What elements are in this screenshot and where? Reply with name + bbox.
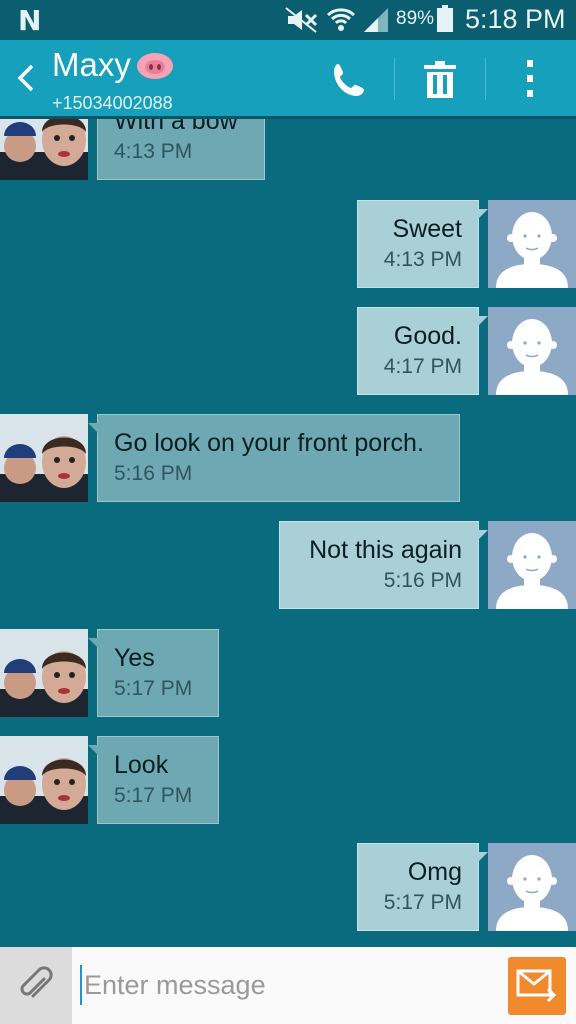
header-shadow — [0, 116, 576, 119]
message-thread[interactable]: With a bow 4:13 PM Sweet 4:13 PM Good. 4… — [0, 116, 576, 947]
message-text: Yes — [114, 644, 155, 672]
battery-icon — [437, 5, 453, 32]
message-timestamp: 5:16 PM — [383, 569, 462, 592]
contact-photo-avatar[interactable] — [0, 736, 88, 824]
toolbar-divider — [485, 58, 486, 100]
incoming-message-bubble[interactable]: With a bow 4:13 PM — [97, 116, 265, 180]
outgoing-message-bubble[interactable]: Sweet 4:13 PM — [357, 200, 488, 288]
paperclip-icon — [20, 966, 53, 998]
incoming-message-bubble[interactable]: Go look on your front porch. 5:16 PM — [88, 414, 460, 502]
send-button[interactable] — [508, 957, 566, 1015]
outgoing-message-bubble[interactable]: Omg 5:17 PM — [357, 843, 488, 931]
message-text: Good. — [393, 322, 462, 350]
message-text: With a bow — [114, 116, 238, 135]
contact-photo-avatar[interactable] — [0, 414, 88, 502]
status-time: 5:18 PM — [465, 4, 566, 34]
outgoing-message-bubble[interactable]: Good. 4:17 PM — [357, 307, 488, 395]
signal-icon — [364, 8, 388, 32]
contact-name[interactable]: Maxy — [52, 46, 131, 84]
send-envelope-icon — [516, 969, 557, 1003]
toolbar-divider — [394, 58, 395, 100]
message-text: Sweet — [392, 215, 462, 243]
wifi-icon — [326, 8, 356, 31]
compose-bar — [0, 947, 576, 1024]
message-timestamp: 4:17 PM — [383, 355, 462, 378]
contact-photo-avatar[interactable] — [0, 629, 88, 717]
message-timestamp: 4:13 PM — [114, 140, 193, 163]
outgoing-message-bubble[interactable]: Not this again 5:16 PM — [279, 521, 488, 609]
default-profile-avatar[interactable] — [488, 307, 576, 395]
conversation-header: Maxy +15034002088 — [0, 40, 576, 116]
message-timestamp: 5:17 PM — [114, 677, 193, 700]
default-profile-avatar[interactable] — [488, 521, 576, 609]
message-text: Look — [114, 751, 169, 779]
message-timestamp: 5:17 PM — [383, 891, 462, 914]
pig-emoji-icon — [137, 53, 173, 79]
default-profile-avatar[interactable] — [488, 200, 576, 288]
more-options-icon[interactable] — [520, 58, 540, 100]
default-profile-avatar[interactable] — [488, 843, 576, 931]
status-bar: N 89% 5:18 PM — [0, 0, 576, 40]
message-text: Go look on your front porch. — [114, 429, 424, 457]
message-input[interactable] — [80, 965, 490, 1005]
incoming-message-bubble[interactable]: Yes 5:17 PM — [88, 629, 219, 717]
message-text: Not this again — [309, 536, 462, 564]
phone-call-icon[interactable] — [330, 60, 370, 100]
contact-phone-number: +15034002088 — [52, 93, 173, 113]
contact-photo-avatar[interactable] — [0, 116, 88, 180]
message-timestamp: 5:16 PM — [114, 462, 193, 485]
message-text: Omg — [407, 858, 462, 886]
back-arrow-icon[interactable] — [12, 60, 40, 96]
nfc-n-icon: N — [18, 4, 42, 37]
attach-button[interactable] — [0, 947, 72, 1024]
message-timestamp: 5:17 PM — [114, 784, 193, 807]
message-timestamp: 4:13 PM — [383, 248, 462, 271]
battery-percentage: 89% — [396, 8, 435, 29]
mute-icon — [285, 7, 318, 33]
trash-icon[interactable] — [420, 60, 460, 100]
incoming-message-bubble[interactable]: Look 5:17 PM — [88, 736, 219, 824]
